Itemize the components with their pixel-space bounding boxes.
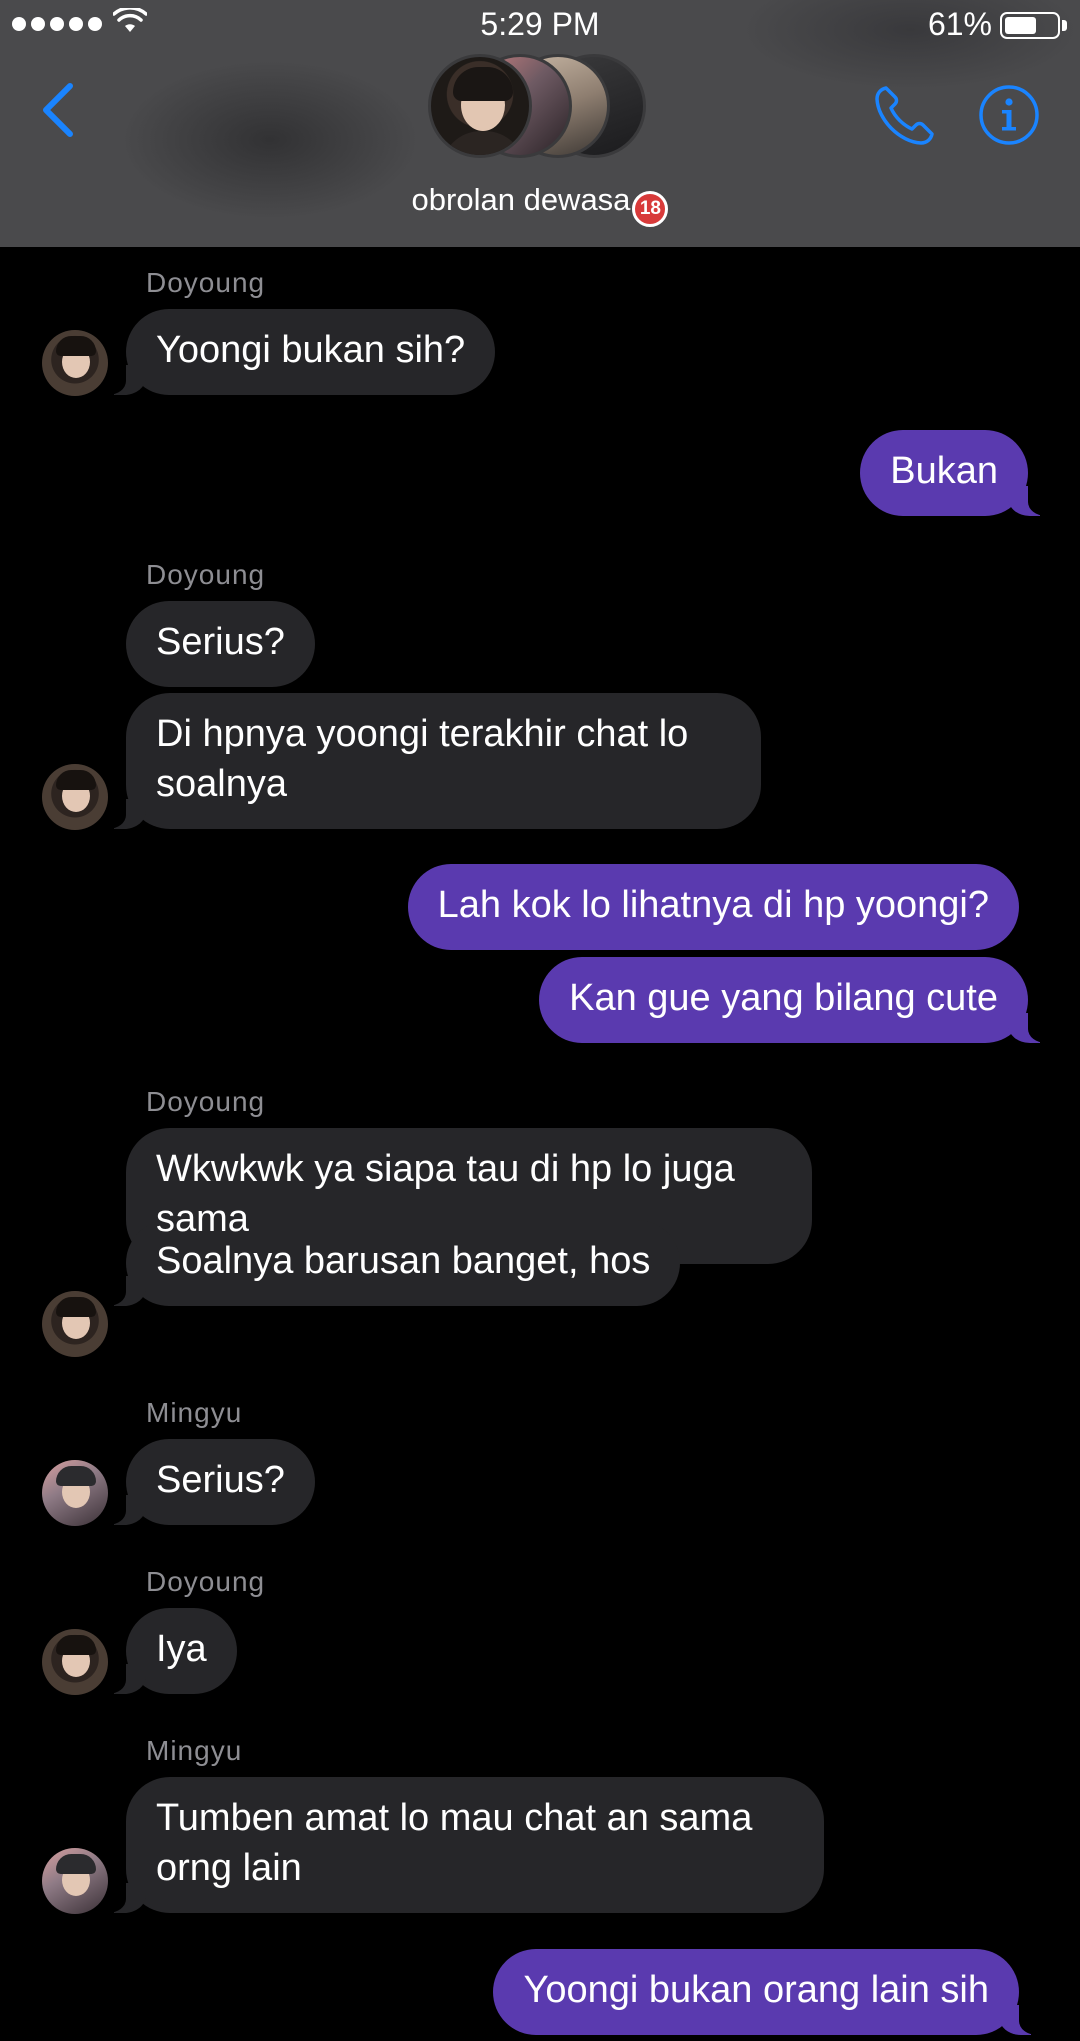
battery-icon: [1000, 12, 1060, 39]
age-restriction-badge: 18: [632, 191, 669, 227]
sender-avatar[interactable]: [42, 1848, 108, 1914]
status-bar: 5:29 PM 61%: [0, 0, 1080, 52]
conversation-header: 5:29 PM 61% obrolan dewasa 18: [0, 0, 1080, 247]
incoming-message[interactable]: Serius?: [98, 1439, 315, 1525]
group-name: obrolan dewasa: [411, 182, 631, 217]
sender-avatar[interactable]: [42, 1460, 108, 1526]
battery-level: [1005, 17, 1036, 34]
incoming-message[interactable]: Di hpnya yoongi terakhir chat lo soalnya: [98, 693, 761, 829]
message-text: Soalnya barusan banget, hos: [156, 1240, 651, 1282]
message-text: Di hpnya yoongi terakhir chat lo soalnya: [156, 713, 689, 805]
sender-name: Doyoung: [146, 1566, 266, 1597]
message-text: Yoongi bukan sih?: [156, 329, 466, 371]
sender-name: Mingyu: [146, 1397, 243, 1428]
sender-name: Doyoung: [146, 559, 266, 590]
chevron-left-icon[interactable]: [38, 80, 78, 140]
sender-name: Doyoung: [146, 1086, 266, 1117]
message-text: Tumben amat lo mau chat an sama orng lai…: [156, 1797, 753, 1889]
sender-name: Doyoung: [146, 267, 266, 298]
group-avatar-stack[interactable]: [428, 54, 653, 160]
info-icon[interactable]: [978, 84, 1040, 146]
group-member-avatar: [428, 54, 532, 158]
status-time: 5:29 PM: [480, 6, 600, 42]
battery-nub: [1062, 20, 1067, 31]
outgoing-message[interactable]: Bukan: [860, 430, 1056, 516]
sender-avatar[interactable]: [42, 764, 108, 830]
phone-icon[interactable]: [872, 82, 938, 148]
sender-avatar[interactable]: [42, 330, 108, 396]
sender-avatar[interactable]: [42, 1629, 108, 1695]
outgoing-message[interactable]: Yoongi bukan orang lain sih: [493, 1949, 1047, 2035]
message-text: Yoongi bukan orang lain sih: [523, 1969, 989, 2011]
outgoing-message[interactable]: Kan gue yang bilang cute: [539, 957, 1056, 1043]
message-text: Kan gue yang bilang cute: [569, 977, 998, 1019]
group-title[interactable]: obrolan dewasa 18: [0, 182, 1080, 227]
message-text: Bukan: [890, 450, 998, 492]
battery-percentage: 61%: [927, 6, 992, 42]
message-text: Iya: [156, 1628, 207, 1670]
incoming-message[interactable]: Iya: [98, 1608, 237, 1694]
message-text: Serius?: [156, 621, 285, 663]
messages-app: 5:29 PM 61% obrolan dewasa 18 Doyoung Yo…: [0, 0, 1080, 2041]
sender-avatar[interactable]: [42, 1291, 108, 1357]
incoming-message[interactable]: Tumben amat lo mau chat an sama orng lai…: [98, 1777, 824, 1913]
incoming-message[interactable]: Serius?: [126, 601, 315, 687]
message-text: Lah kok lo lihatnya di hp yoongi?: [437, 884, 989, 926]
outgoing-message[interactable]: Lah kok lo lihatnya di hp yoongi?: [407, 864, 1019, 950]
message-thread[interactable]: Doyoung Yoongi bukan sih? Bukan Doyoung …: [0, 247, 1080, 2041]
sender-name: Mingyu: [146, 1735, 243, 1766]
incoming-message[interactable]: Yoongi bukan sih?: [97, 309, 496, 395]
message-text: Serius?: [156, 1459, 285, 1501]
